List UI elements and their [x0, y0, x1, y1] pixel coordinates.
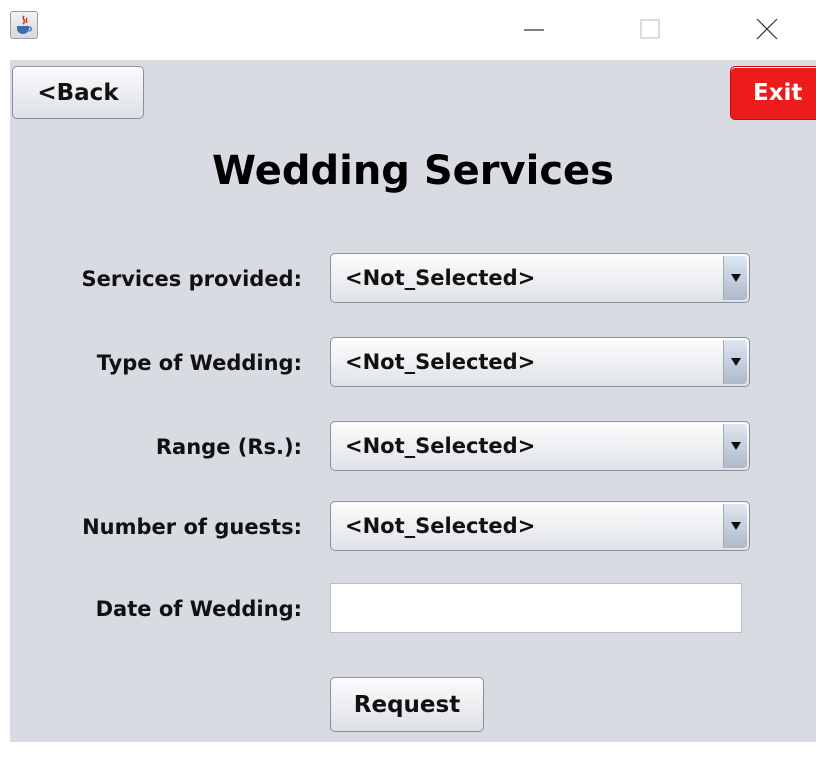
dropdown-arrow[interactable]: [723, 424, 747, 468]
close-button[interactable]: [746, 10, 786, 46]
type-of-wedding-select[interactable]: <Not_Selected>: [330, 337, 750, 387]
back-button[interactable]: <Back: [12, 66, 144, 119]
number-of-guests-label: Number of guests:: [82, 515, 302, 539]
close-icon: [756, 18, 778, 40]
range-select[interactable]: <Not_Selected>: [330, 421, 750, 471]
maximize-icon: [640, 19, 660, 39]
range-value: <Not_Selected>: [345, 434, 536, 458]
chevron-down-icon: [731, 442, 741, 450]
type-of-wedding-value: <Not_Selected>: [345, 350, 536, 374]
main-panel: <Back Exit Wedding Services Services pro…: [10, 60, 816, 762]
exit-button[interactable]: Exit: [730, 66, 816, 120]
chevron-down-icon: [731, 358, 741, 366]
page-title: Wedding Services: [212, 148, 614, 194]
java-icon[interactable]: [10, 11, 38, 39]
type-of-wedding-label: Type of Wedding:: [96, 351, 302, 375]
minimize-icon: [524, 29, 544, 31]
dropdown-arrow[interactable]: [723, 340, 747, 384]
dropdown-arrow[interactable]: [723, 504, 747, 548]
number-of-guests-value: <Not_Selected>: [345, 514, 536, 538]
services-provided-label: Services provided:: [81, 267, 302, 291]
minimize-button[interactable]: [514, 10, 554, 46]
date-of-wedding-label: Date of Wedding:: [95, 597, 302, 621]
maximize-button[interactable]: [630, 10, 670, 46]
date-of-wedding-field[interactable]: [330, 583, 742, 633]
window-bottom-edge: [0, 742, 816, 762]
request-button[interactable]: Request: [330, 677, 484, 732]
services-provided-value: <Not_Selected>: [345, 266, 536, 290]
chevron-down-icon: [731, 522, 741, 530]
chevron-down-icon: [731, 274, 741, 282]
services-provided-select[interactable]: <Not_Selected>: [330, 253, 750, 303]
title-bar: [0, 0, 816, 60]
range-label: Range (Rs.):: [155, 435, 302, 459]
dropdown-arrow[interactable]: [723, 256, 747, 300]
number-of-guests-select[interactable]: <Not_Selected>: [330, 501, 750, 551]
